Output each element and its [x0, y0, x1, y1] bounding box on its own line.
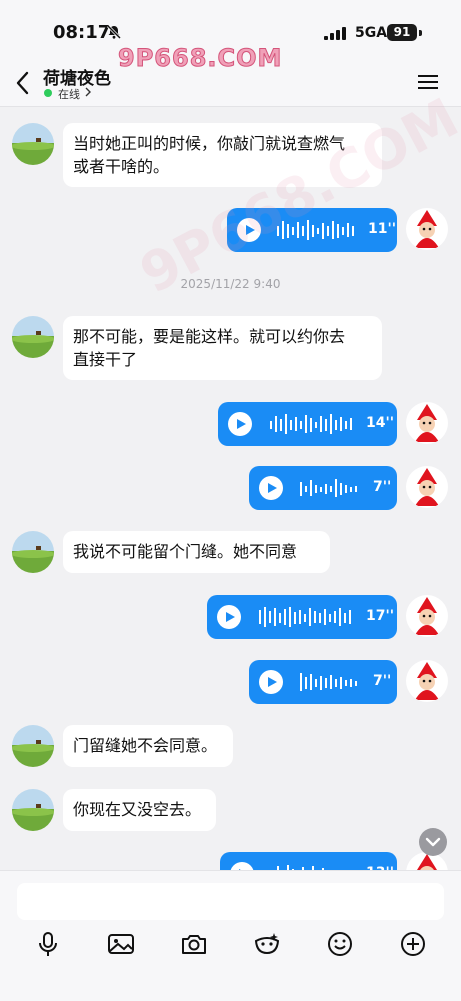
contact-avatar[interactable] [12, 316, 54, 358]
red-character-avatar-icon [415, 662, 439, 700]
play-icon[interactable] [259, 476, 283, 500]
voice-waveform [259, 607, 351, 627]
chat-timestamp: 2025/11/22 9:40 [180, 277, 281, 291]
input-panel [0, 870, 461, 1001]
voice-waveform [270, 414, 352, 434]
my-avatar[interactable] [406, 208, 448, 250]
online-status-dot [44, 89, 52, 97]
message-line: 你现在又没空去。 [73, 800, 202, 819]
message-bubble[interactable]: 门留缝她不会同意。 [63, 725, 233, 767]
voice-message[interactable]: 17'' [207, 595, 397, 639]
landscape-avatar-icon [12, 531, 54, 573]
voice-duration: 7'' [373, 673, 392, 689]
landscape-avatar-icon [12, 789, 54, 831]
message-line: 我说不可能留个门缝。她不同意 [73, 542, 298, 561]
message-line: 直接干了 [73, 350, 138, 369]
battery-indicator: 91 [387, 24, 417, 41]
message-bubble[interactable]: 我说不可能留个门缝。她不同意 [63, 531, 330, 573]
message-bubble[interactable]: 你现在又没空去。 [63, 789, 216, 831]
plus-icon[interactable] [398, 929, 428, 959]
network-label: 5GA [355, 25, 388, 41]
message-input[interactable] [17, 883, 444, 920]
bell-muted-icon [106, 24, 122, 40]
voice-message[interactable]: 14'' [218, 402, 397, 446]
red-character-avatar-icon [415, 404, 439, 442]
contact-avatar[interactable] [12, 725, 54, 767]
status-time: 08:17 [53, 22, 111, 43]
my-avatar[interactable] [406, 466, 448, 508]
message-line: 那不可能，要是能这样。就可以约你去 [73, 327, 346, 346]
battery-tip [419, 30, 422, 36]
red-character-avatar-icon [415, 210, 439, 248]
voice-message[interactable]: 7'' [249, 466, 397, 510]
contact-avatar[interactable] [12, 531, 54, 573]
back-arrow-icon[interactable] [12, 70, 34, 96]
message-bubble[interactable]: 那不可能，要是能这样。就可以约你去 直接干了 [63, 316, 382, 380]
voice-duration: 11'' [368, 221, 397, 237]
voice-duration: 17'' [366, 608, 395, 624]
red-character-avatar-icon [415, 468, 439, 506]
voice-duration: 7'' [373, 479, 392, 495]
mic-icon[interactable] [33, 929, 63, 959]
chevron-right-icon[interactable] [84, 87, 92, 97]
watermark-text: 9P668.COM [117, 44, 283, 73]
landscape-avatar-icon [12, 123, 54, 165]
my-avatar[interactable] [406, 402, 448, 444]
contact-avatar[interactable] [12, 789, 54, 831]
contact-avatar[interactable] [12, 123, 54, 165]
scroll-to-bottom-button[interactable] [419, 828, 447, 856]
landscape-avatar-icon [12, 316, 54, 358]
play-icon[interactable] [228, 412, 252, 436]
voice-message[interactable]: 7'' [249, 660, 397, 704]
message-line: 门留缝她不会同意。 [73, 736, 218, 755]
emoji-mask-icon[interactable] [252, 929, 282, 959]
landscape-avatar-icon [12, 725, 54, 767]
red-character-avatar-icon [415, 597, 439, 635]
play-icon[interactable] [259, 670, 283, 694]
my-avatar[interactable] [406, 660, 448, 702]
camera-icon[interactable] [179, 929, 209, 959]
online-status-label[interactable]: 在线 [58, 86, 80, 102]
signal-icon [324, 27, 346, 40]
smiley-icon[interactable] [325, 929, 355, 959]
my-avatar[interactable] [406, 595, 448, 637]
voice-waveform [300, 673, 357, 691]
play-icon[interactable] [217, 605, 241, 629]
voice-duration: 14'' [366, 415, 395, 431]
watermark-faint: 9P668.COM [130, 85, 461, 306]
chevron-down-icon [425, 837, 441, 847]
voice-waveform [300, 479, 357, 497]
image-icon[interactable] [106, 929, 136, 959]
